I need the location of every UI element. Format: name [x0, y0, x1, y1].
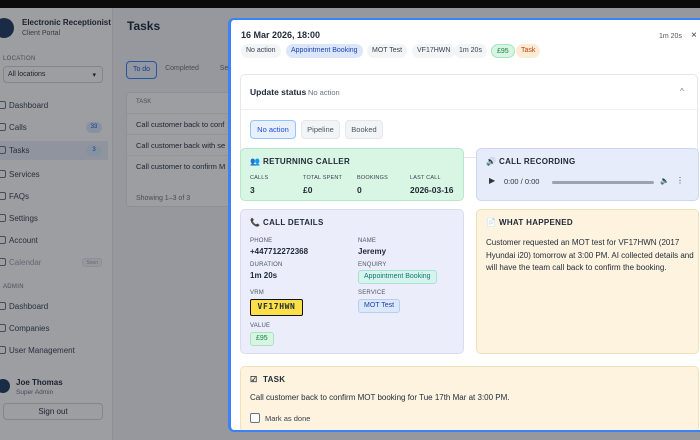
- total-spent-label: TOTAL SPENT: [303, 175, 343, 181]
- document-icon: 📄: [486, 218, 497, 227]
- type-chip: Task: [516, 44, 541, 58]
- chevron-up-icon[interactable]: ^: [680, 87, 684, 96]
- enquiry-chip: Appointment Booking: [286, 44, 363, 58]
- number-plate: VF17HWN: [250, 299, 303, 316]
- volume-icon[interactable]: 🔈: [660, 176, 669, 185]
- bookings-value: 0: [357, 185, 362, 195]
- call-details-title: CALL DETAILS: [263, 218, 324, 227]
- phone-value: +447712272368: [250, 247, 309, 256]
- status-no-action-button[interactable]: No action: [250, 120, 296, 139]
- call-details-heading: 📞 CALL DETAILS: [250, 218, 324, 227]
- calls-value: 3: [250, 185, 255, 195]
- task-card: ☑ TASK Call customer back to confirm MOT …: [240, 366, 699, 430]
- speaker-icon: 🔊: [486, 157, 497, 166]
- close-icon[interactable]: ×: [691, 30, 697, 41]
- duration-label: DURATION: [250, 262, 283, 268]
- what-happened-card: 📄 WHAT HAPPENED Customer requested an MOT…: [476, 209, 699, 354]
- task-title: TASK: [263, 375, 286, 384]
- phone-icon: 📞: [250, 218, 261, 227]
- update-status-panel: Update status No action ^ No action Pipe…: [240, 74, 699, 158]
- audio-player: ▶ 0:00 / 0:00 🔈 ⋮: [486, 174, 684, 190]
- playback-time: 0:00 / 0:00: [504, 177, 540, 186]
- task-heading: ☑ TASK: [250, 375, 285, 384]
- mark-done-checkbox[interactable]: [250, 413, 260, 423]
- value-badge: £95: [250, 332, 274, 346]
- service-badge: MOT Test: [358, 299, 401, 313]
- call-datetime: 16 Mar 2026, 18:00: [241, 30, 321, 40]
- more-options-icon[interactable]: ⋮: [676, 176, 684, 185]
- phone-label: PHONE: [250, 238, 273, 244]
- current-status: No action: [308, 88, 340, 97]
- service-chip: MOT Test: [367, 44, 408, 58]
- checkbox-icon: ☑: [250, 375, 258, 384]
- total-spent-value: £0: [303, 185, 313, 195]
- seek-bar[interactable]: [552, 181, 654, 184]
- status-chip: No action: [241, 44, 281, 58]
- enquiry-badge: Appointment Booking: [358, 270, 437, 284]
- screen-top-strip: [0, 0, 700, 8]
- returning-caller-card: 👥 RETURNING CALLER CALLS TOTAL SPENT BOOK…: [240, 148, 464, 201]
- name-label: NAME: [358, 238, 377, 244]
- enquiry-label: ENQUIRY: [358, 262, 387, 268]
- call-details-card: 📞 CALL DETAILS PHONE +447712272368 NAME J…: [240, 209, 464, 354]
- name-value: Jeremy: [358, 247, 387, 256]
- call-detail-modal: 16 Mar 2026, 18:00 1m 20s × No action Ap…: [228, 18, 700, 432]
- divider: [241, 109, 699, 110]
- call-recording-card: 🔊 CALL RECORDING ▶ 0:00 / 0:00 🔈 ⋮: [476, 148, 699, 201]
- bookings-label: BOOKINGS: [357, 175, 388, 181]
- call-summary: Customer requested an MOT test for VF17H…: [486, 238, 694, 272]
- mark-done-label[interactable]: Mark as done: [265, 414, 310, 423]
- duration-value: 1m 20s: [250, 271, 278, 280]
- play-icon[interactable]: ▶: [489, 176, 495, 185]
- task-description: Call customer back to confirm MOT bookin…: [250, 393, 510, 402]
- duration-chip: 1m 20s: [454, 44, 487, 58]
- returning-caller-title: RETURNING CALLER: [263, 157, 351, 166]
- vrm-chip: VF17HWN: [412, 44, 456, 58]
- value-label: VALUE: [250, 323, 271, 329]
- calls-label: CALLS: [250, 175, 269, 181]
- last-call-value: 2026-03-16: [410, 185, 454, 195]
- status-booked-button[interactable]: Booked: [345, 120, 383, 139]
- users-icon: 👥: [250, 157, 261, 166]
- vrm-label: VRM: [250, 290, 264, 296]
- call-recording-heading: 🔊 CALL RECORDING: [486, 157, 576, 166]
- what-happened-heading: 📄 WHAT HAPPENED: [486, 218, 573, 227]
- value-chip: £95: [491, 44, 515, 58]
- what-happened-title: WHAT HAPPENED: [499, 218, 573, 227]
- call-duration: 1m 20s: [659, 33, 682, 40]
- last-call-label: LAST CALL: [410, 175, 441, 181]
- status-pipeline-button[interactable]: Pipeline: [301, 120, 340, 139]
- returning-caller-heading: 👥 RETURNING CALLER: [250, 157, 350, 166]
- service-label: SERVICE: [358, 290, 386, 296]
- call-recording-title: CALL RECORDING: [499, 157, 576, 166]
- update-status-title: Update status: [250, 87, 307, 97]
